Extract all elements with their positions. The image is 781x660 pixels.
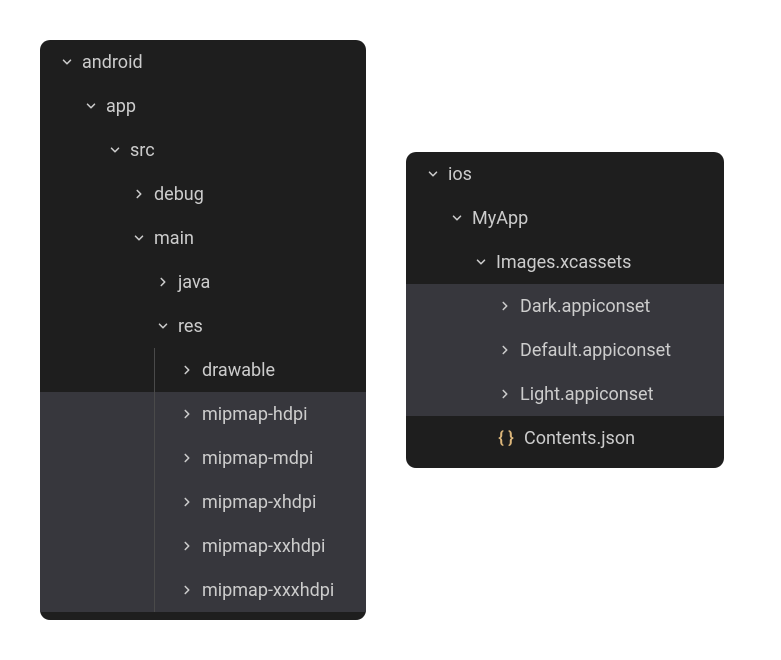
- chevron-down-icon: [106, 141, 124, 159]
- tree-item-mipmap-xxhdpi[interactable]: mipmap-xxhdpi: [40, 524, 366, 568]
- chevron-right-icon: [178, 361, 196, 379]
- tree-item-src[interactable]: src: [40, 128, 366, 172]
- tree-item-mipmap-hdpi[interactable]: mipmap-hdpi: [40, 392, 366, 436]
- tree-item-app[interactable]: app: [40, 84, 366, 128]
- android-file-tree-panel: android app src debug main java res drawable mip…: [40, 40, 366, 620]
- tree-item-drawable[interactable]: drawable: [40, 348, 366, 392]
- tree-item-mipmap-xhdpi[interactable]: mipmap-xhdpi: [40, 480, 366, 524]
- tree-item-label: Images.xcassets: [496, 252, 631, 273]
- tree-item-label: MyApp: [472, 208, 528, 229]
- tree-item-label: ios: [448, 164, 472, 185]
- tree-item-label: Light.appiconset: [520, 384, 653, 405]
- tree-item-label: main: [154, 228, 194, 249]
- chevron-down-icon: [472, 253, 490, 271]
- indent-guide: [154, 524, 155, 568]
- tree-item-label: src: [130, 140, 155, 161]
- indent-guide: [154, 348, 155, 392]
- tree-item-mipmap-xxxhdpi[interactable]: mipmap-xxxhdpi: [40, 568, 366, 612]
- tree-item-dark-appiconset[interactable]: Dark.appiconset: [406, 284, 724, 328]
- tree-item-label: mipmap-xxhdpi: [202, 536, 325, 557]
- chevron-right-icon: [154, 273, 172, 291]
- chevron-right-icon: [178, 493, 196, 511]
- chevron-right-icon: [178, 405, 196, 423]
- tree-item-ios[interactable]: ios: [406, 152, 724, 196]
- tree-item-android[interactable]: android: [40, 40, 366, 84]
- tree-item-java[interactable]: java: [40, 260, 366, 304]
- tree-item-res[interactable]: res: [40, 304, 366, 348]
- indent-guide: [154, 392, 155, 436]
- chevron-down-icon: [58, 53, 76, 71]
- tree-item-contents-json[interactable]: { } Contents.json: [406, 416, 724, 460]
- chevron-right-icon: [178, 449, 196, 467]
- tree-item-images-xcassets[interactable]: Images.xcassets: [406, 240, 724, 284]
- tree-item-myapp[interactable]: MyApp: [406, 196, 724, 240]
- tree-item-debug[interactable]: debug: [40, 172, 366, 216]
- tree-item-label: java: [178, 272, 210, 293]
- tree-item-label: mipmap-xhdpi: [202, 492, 316, 513]
- chevron-down-icon: [82, 97, 100, 115]
- chevron-down-icon: [448, 209, 466, 227]
- chevron-right-icon: [178, 537, 196, 555]
- indent-guide: [154, 568, 155, 612]
- chevron-down-icon: [154, 317, 172, 335]
- ios-file-tree-panel: ios MyApp Images.xcassets Dark.appiconset De…: [406, 152, 724, 468]
- chevron-right-icon: [496, 385, 514, 403]
- tree-item-label: debug: [154, 184, 204, 205]
- tree-item-label: mipmap-mdpi: [202, 448, 313, 469]
- tree-item-label: Default.appiconset: [520, 340, 671, 361]
- chevron-right-icon: [178, 581, 196, 599]
- tree-item-label: mipmap-hdpi: [202, 404, 307, 425]
- chevron-down-icon: [130, 229, 148, 247]
- chevron-down-icon: [424, 165, 442, 183]
- tree-item-mipmap-mdpi[interactable]: mipmap-mdpi: [40, 436, 366, 480]
- tree-item-label: Dark.appiconset: [520, 296, 650, 317]
- tree-item-label: mipmap-xxxhdpi: [202, 580, 334, 601]
- tree-item-light-appiconset[interactable]: Light.appiconset: [406, 372, 724, 416]
- tree-item-label: res: [178, 316, 203, 337]
- chevron-right-icon: [130, 185, 148, 203]
- json-file-icon: { }: [496, 428, 516, 448]
- tree-item-main[interactable]: main: [40, 216, 366, 260]
- tree-item-label: android: [82, 52, 143, 73]
- chevron-right-icon: [496, 341, 514, 359]
- indent-guide: [154, 480, 155, 524]
- chevron-right-icon: [496, 297, 514, 315]
- tree-item-label: drawable: [202, 360, 275, 381]
- tree-item-label: app: [106, 96, 136, 117]
- indent-guide: [154, 436, 155, 480]
- tree-item-default-appiconset[interactable]: Default.appiconset: [406, 328, 724, 372]
- tree-item-label: Contents.json: [524, 428, 635, 449]
